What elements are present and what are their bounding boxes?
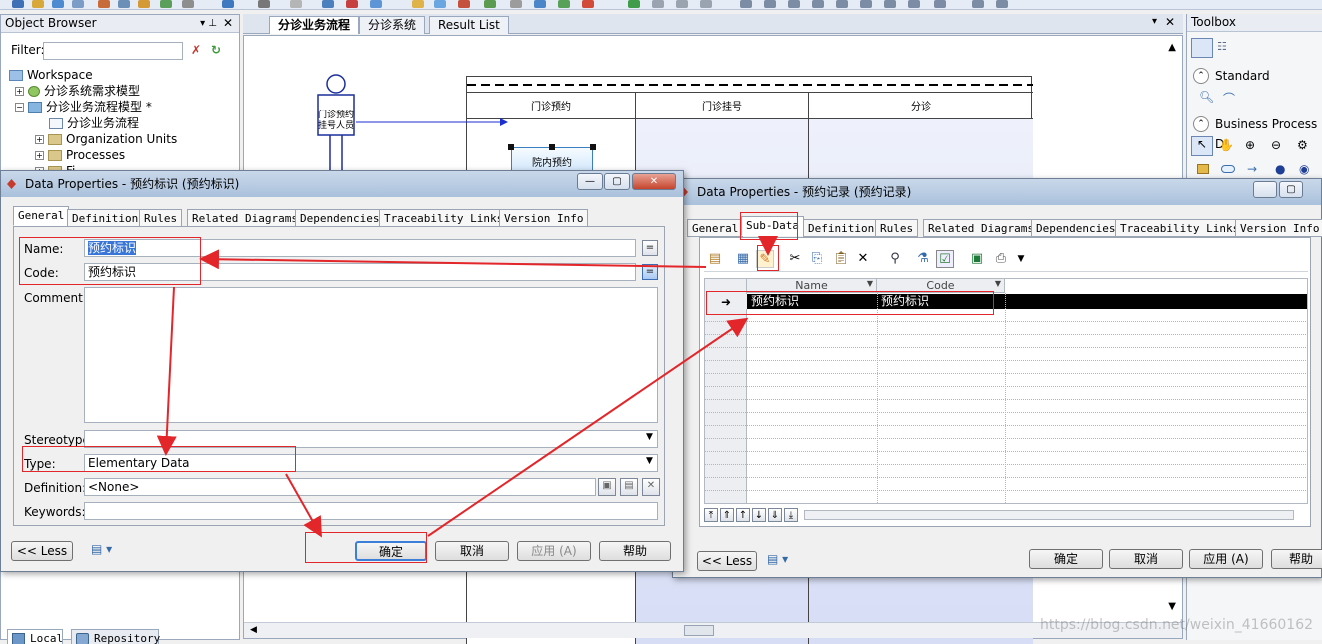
arrow-ok-to-row [427,317,749,537]
watermark-text: https://blog.csdn.net/weixin_41660162 [1040,617,1314,633]
annotation-arrows [156,236,778,538]
arrow-row-to-code [199,249,707,270]
arrow-code-to-type [156,286,177,456]
arrow-type-to-ok [285,473,322,538]
